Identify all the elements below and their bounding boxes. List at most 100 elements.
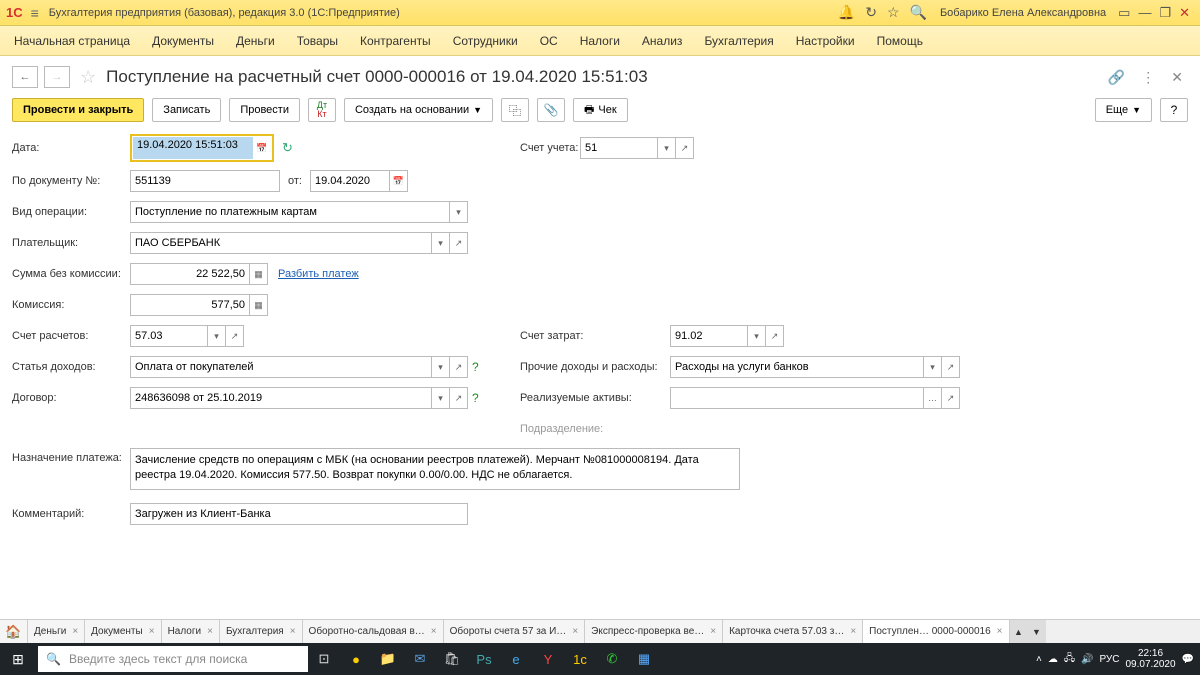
user-name[interactable]: Бобарико Елена Александровна [940,7,1106,19]
notifications-icon[interactable]: 💬 [1182,654,1194,665]
dtkt-button[interactable]: ДтКт [308,98,336,122]
menu-contractors[interactable]: Контрагенты [356,30,435,52]
bell-icon[interactable]: 🔔 [838,4,855,21]
taskview-icon[interactable]: ⊡ [308,643,340,675]
windows-search[interactable]: 🔍 Введите здесь текст для поиска [38,646,308,672]
nav-forward-button[interactable]: → [44,66,70,88]
open-icon[interactable]: ↗ [226,325,244,347]
dropdown-icon[interactable]: ▾ [432,387,450,409]
volume-icon[interactable]: 🔊 [1081,654,1093,665]
other-input[interactable] [670,356,924,378]
open-icon[interactable]: ↗ [450,232,468,254]
open-icon[interactable]: ↗ [942,356,960,378]
menu-home[interactable]: Начальная страница [10,30,134,52]
start-button[interactable]: ⊞ [0,643,36,675]
post-and-close-button[interactable]: Провести и закрыть [12,98,144,122]
settlement-input[interactable] [130,325,208,347]
account-input[interactable] [580,137,658,159]
commission-input[interactable] [130,294,250,316]
open-icon[interactable]: ↗ [450,356,468,378]
comment-input[interactable] [130,503,468,525]
attach-icon[interactable]: 📎 [537,98,565,122]
hamburger-icon[interactable]: ≡ [31,5,39,21]
more-icon[interactable]: ⋮ [1141,69,1155,86]
explorer-icon[interactable]: 📁 [372,643,404,675]
assets-input[interactable] [670,387,924,409]
link-icon[interactable]: 🔗 [1108,69,1125,86]
clock[interactable]: 22:16 09.07.2020 [1125,648,1175,670]
from-date-input[interactable] [310,170,390,192]
contract-input[interactable] [130,387,432,409]
network-icon[interactable]: 🖧 [1064,651,1075,668]
dropdown-icon[interactable]: ▾ [432,356,450,378]
dropdown-icon[interactable]: ▾ [208,325,226,347]
split-payment-link[interactable]: Разбить платеж [278,268,359,280]
dropdown-icon[interactable]: ▾ [432,232,450,254]
open-icon[interactable]: ↗ [942,387,960,409]
mail-icon[interactable]: ✉ [404,643,436,675]
optype-input[interactable] [130,201,450,223]
close-doc-icon[interactable]: ✕ [1171,69,1183,86]
tab-home[interactable]: 🏠 [0,620,28,643]
search-icon[interactable]: 🔍 [910,4,927,21]
help-icon[interactable]: ? [472,391,479,405]
tab-card[interactable]: Карточка счета 57.03 з…× [723,620,863,643]
dropdown-icon[interactable]: ▾ [450,201,468,223]
help-icon[interactable]: ? [472,360,479,374]
open-icon[interactable]: ↗ [766,325,784,347]
save-button[interactable]: Записать [152,98,221,122]
app-icon[interactable]: ▦ [628,643,660,675]
store-icon[interactable]: 🛍 [436,643,468,675]
cloud-icon[interactable]: ☁ [1048,654,1058,665]
more-dots-icon[interactable]: … [924,387,942,409]
post-button[interactable]: Провести [229,98,300,122]
browser-icon[interactable]: Y [532,643,564,675]
menu-os[interactable]: ОС [536,30,562,52]
favorite-icon[interactable]: ☆ [80,67,96,88]
menu-help[interactable]: Помощь [873,30,927,52]
menu-analysis[interactable]: Анализ [638,30,687,52]
refresh-icon[interactable]: ↻ [282,140,293,156]
close-icon[interactable]: ✕ [1179,5,1190,21]
calc-icon[interactable]: ▦ [250,263,268,285]
open-icon[interactable]: ↗ [450,387,468,409]
docnum-input[interactable] [130,170,280,192]
menu-documents[interactable]: Документы [148,30,218,52]
tab-money[interactable]: Деньги× [28,620,85,643]
minimize-icon[interactable]: — [1138,5,1151,20]
expense-input[interactable] [670,325,748,347]
structure-icon[interactable]: ⿻ [501,98,529,122]
lang-indicator[interactable]: РУС [1099,654,1119,665]
income-art-input[interactable] [130,356,432,378]
date-input[interactable] [137,139,249,151]
create-based-button[interactable]: Создать на основании▼ [344,98,493,122]
cheque-button[interactable]: 🖶 Чек [573,98,628,122]
photoshop-icon[interactable]: Ps [468,643,500,675]
calendar-icon[interactable]: 📅 [253,137,271,159]
menu-money[interactable]: Деньги [232,30,279,52]
nav-back-button[interactable]: ← [12,66,38,88]
yandex-icon[interactable]: ● [340,643,372,675]
menu-goods[interactable]: Товары [293,30,342,52]
menu-employees[interactable]: Сотрудники [449,30,522,52]
sum-input[interactable] [130,263,250,285]
menu-taxes[interactable]: Налоги [576,30,624,52]
dropdown-icon[interactable]: ▾ [924,356,942,378]
tab-scroll-down[interactable]: ▼ [1028,620,1046,643]
tab-receipt[interactable]: Поступлен… 0000-000016× [863,620,1009,643]
payer-input[interactable] [130,232,432,254]
tab-express[interactable]: Экспресс-проверка ве…× [585,620,723,643]
edge-icon[interactable]: e [500,643,532,675]
dock-icon[interactable]: ▭ [1118,5,1130,21]
calendar-icon[interactable]: 📅 [390,170,408,192]
calc-icon[interactable]: ▦ [250,294,268,316]
whatsapp-icon[interactable]: ✆ [596,643,628,675]
purpose-input[interactable]: Зачисление средств по операциям с МБК (н… [130,448,740,490]
dropdown-icon[interactable]: ▾ [748,325,766,347]
tab-documents[interactable]: Документы× [85,620,161,643]
dropdown-icon[interactable]: ▾ [658,137,676,159]
open-icon[interactable]: ↗ [676,137,694,159]
star-icon[interactable]: ☆ [887,4,900,21]
history-icon[interactable]: ↻ [865,4,877,21]
more-button[interactable]: Еще▼ [1095,98,1152,122]
